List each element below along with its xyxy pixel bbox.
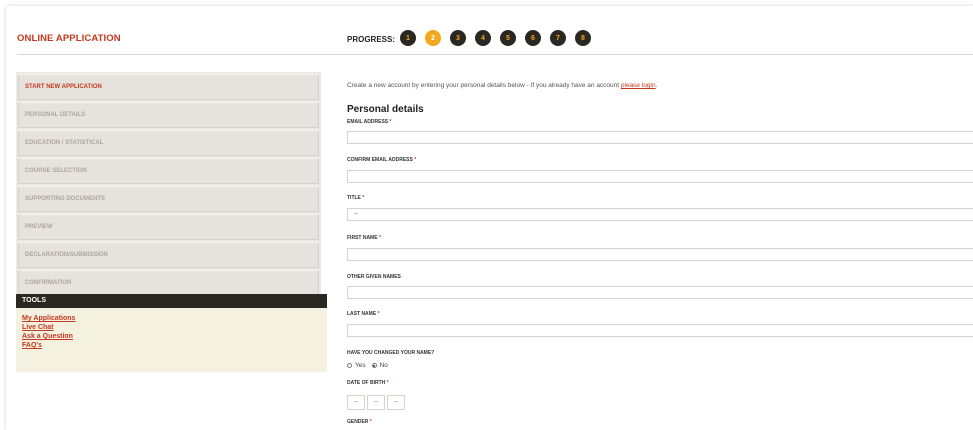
changed-name-no-radio[interactable] — [371, 363, 377, 368]
dob-month-select[interactable]: -- — [367, 395, 385, 410]
last-name-field[interactable] — [347, 324, 973, 337]
sidebar-item-education-statistical[interactable]: EDUCATION / STATISTICAL — [18, 130, 319, 156]
sidebar-item-confirmation[interactable]: CONFIRMATION — [18, 270, 319, 296]
intro-text-body: Create a new account by entering your pe… — [347, 82, 621, 89]
progress-step-2[interactable]: 2 — [425, 30, 441, 46]
progress-label: PROGRESS: — [347, 35, 396, 44]
email-label: EMAIL ADDRESS * — [347, 119, 392, 125]
sidebar-nav: START NEW APPLICATION PERSONAL DETAILS E… — [16, 72, 321, 300]
tools-panel: TOOLS My Applications Live Chat Ask a Qu… — [16, 294, 327, 372]
tools-link-ask-a-question[interactable]: Ask a Question — [22, 332, 321, 341]
progress-step-6[interactable]: 6 — [525, 30, 541, 46]
changed-name-yes-radio[interactable] — [347, 363, 352, 368]
dob-label: DATE OF BIRTH * — [347, 380, 389, 386]
gender-label: GENDER * — [347, 419, 372, 425]
section-title: Personal details — [347, 104, 424, 115]
confirm-email-field[interactable] — [347, 170, 973, 183]
app-title: ONLINE APPLICATION — [17, 33, 121, 44]
progress-step-4[interactable]: 4 — [475, 30, 491, 46]
progress-step-8[interactable]: 8 — [575, 30, 591, 46]
sidebar-item-declaration-submission[interactable]: DECLARATION/SUBMISSION — [18, 242, 319, 268]
first-name-label: FIRST NAME * — [347, 235, 381, 241]
dob-day-select[interactable]: -- — [347, 395, 365, 410]
intro-text: Create a new account by entering your pe… — [347, 82, 657, 89]
intro-text-end: . — [655, 82, 658, 89]
other-names-field[interactable] — [347, 286, 973, 299]
tools-link-live-chat[interactable]: Live Chat — [22, 323, 321, 332]
progress-step-5[interactable]: 5 — [500, 30, 516, 46]
other-names-label: OTHER GIVEN NAMES — [347, 274, 401, 280]
tools-link-faqs[interactable]: FAQ's — [22, 341, 321, 350]
changed-name-options: Yes No — [347, 362, 388, 369]
sidebar-item-preview[interactable]: PREVIEW — [18, 214, 319, 240]
changed-name-no-label: No — [379, 362, 388, 369]
dob-year-select[interactable]: -- — [387, 395, 405, 410]
progress-steps: 1 2 3 4 5 6 7 8 — [400, 30, 591, 46]
progress-step-3[interactable]: 3 — [450, 30, 466, 46]
first-name-field[interactable] — [347, 248, 973, 261]
title-label: TITLE * — [347, 195, 365, 201]
changed-name-yes-label: Yes — [355, 362, 366, 369]
progress-step-1[interactable]: 1 — [400, 30, 416, 46]
confirm-email-label: CONFIRM EMAIL ADDRESS * — [347, 157, 417, 163]
login-link[interactable]: please login — [621, 82, 656, 89]
sidebar-item-start-new-application[interactable]: START NEW APPLICATION — [18, 74, 319, 100]
tools-links: My Applications Live Chat Ask a Question… — [16, 308, 327, 372]
email-field[interactable] — [347, 131, 973, 144]
sidebar-item-course-selection[interactable]: COURSE SELECTION — [18, 158, 319, 184]
title-select[interactable]: -- — [347, 208, 973, 221]
tools-link-my-applications[interactable]: My Applications — [22, 314, 321, 323]
tools-title: TOOLS — [16, 294, 327, 308]
header-divider — [17, 54, 973, 55]
last-name-label: LAST NAME * — [347, 311, 380, 317]
changed-name-label: HAVE YOU CHANGED YOUR NAME? — [347, 350, 435, 356]
sidebar-item-supporting-documents[interactable]: SUPPORTING DOCUMENTS — [18, 186, 319, 212]
progress-step-7[interactable]: 7 — [550, 30, 566, 46]
sidebar-item-personal-details[interactable]: PERSONAL DETAILS — [18, 102, 319, 128]
page-container: ONLINE APPLICATION PROGRESS: 1 2 3 4 5 6… — [6, 6, 973, 430]
dob-selects: -- -- -- — [347, 395, 405, 410]
